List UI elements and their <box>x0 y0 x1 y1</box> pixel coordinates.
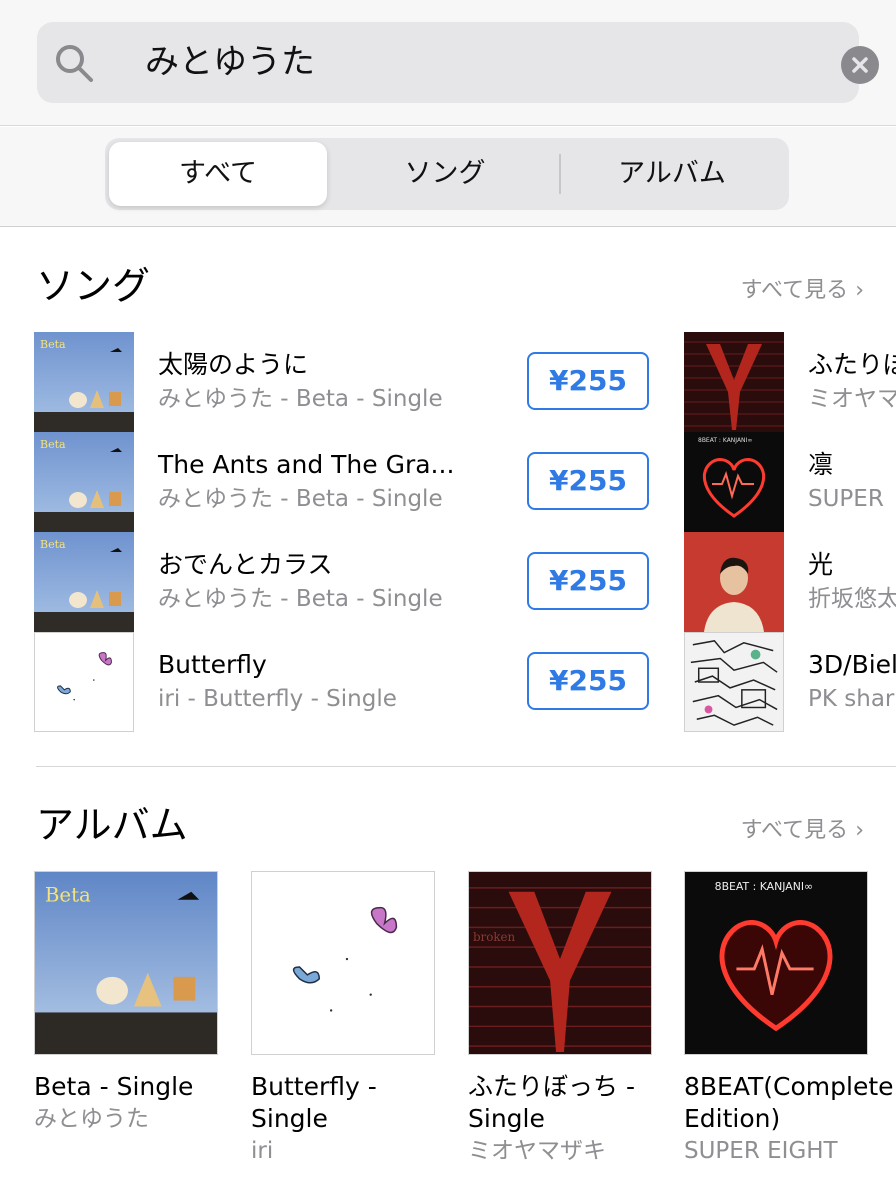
song-artwork <box>34 632 134 732</box>
song-row[interactable]: 8BEAT : KANJANI∞ 凛 SUPER <box>684 432 896 532</box>
search-field[interactable]: みとゆうた <box>37 22 879 103</box>
song-subtitle: みとゆうた - Beta - Single <box>158 386 443 412</box>
song-row[interactable]: Beta おでんとカラス みとゆうた - Beta - Single ¥255 <box>34 532 674 632</box>
search-bar-area: みとゆうた <box>0 0 896 126</box>
album-cover <box>251 871 435 1055</box>
song-artwork: Beta <box>34 332 134 432</box>
songs-see-all-link[interactable]: すべて見る › <box>741 276 864 306</box>
clear-search-button[interactable] <box>841 46 879 84</box>
album-card[interactable]: 8BEAT : KANJANI∞ 8BEAT(Complete Edition)… <box>684 871 894 1167</box>
chevron-right-icon: › <box>855 818 864 843</box>
song-artwork <box>684 332 784 432</box>
song-title: ふたりぼ <box>808 350 896 379</box>
svg-text:8BEAT : KANJANI∞: 8BEAT : KANJANI∞ <box>715 880 813 893</box>
song-subtitle: iri - Butterfly - Single <box>158 686 397 712</box>
album-name: 8BEAT(Complete Edition) <box>684 1072 894 1133</box>
song-row[interactable]: 3D/Biel PK shar <box>684 632 896 732</box>
broken-artwork <box>684 332 784 432</box>
song-row[interactable]: Beta 太陽のように みとゆうた - Beta - Single ¥255 <box>34 332 674 432</box>
svg-text:Beta: Beta <box>40 538 66 551</box>
album-name: Beta - Single <box>34 1072 194 1101</box>
album-cover: 8BEAT : KANJANI∞ <box>684 871 868 1055</box>
song-artwork: Beta <box>34 532 134 632</box>
song-row[interactable]: ふたりぼ ミオヤマ <box>684 332 896 432</box>
albums-see-all-link[interactable]: すべて見る › <box>741 816 864 846</box>
song-title: 3D/Biel <box>808 650 896 679</box>
see-all-label: すべて見る <box>740 818 849 843</box>
svg-text:Beta: Beta <box>40 438 66 451</box>
albums-section-title: アルバム <box>36 803 188 847</box>
portrait-artwork <box>684 532 784 632</box>
album-name: ふたりぼっち - Single <box>468 1072 635 1133</box>
song-subtitle: みとゆうた - Beta - Single <box>158 486 443 512</box>
svg-text:8BEAT : KANJANI∞: 8BEAT : KANJANI∞ <box>698 437 752 444</box>
song-row[interactable]: Butterfly iri - Butterfly - Single ¥255 <box>34 632 674 732</box>
song-title: 光 <box>808 550 834 579</box>
album-artist: みとゆうた <box>34 1106 149 1132</box>
buy-price-button[interactable]: ¥255 <box>527 552 649 610</box>
song-artwork <box>684 532 784 632</box>
song-artwork: 8BEAT : KANJANI∞ <box>684 432 784 532</box>
song-subtitle: PK shar <box>808 686 895 712</box>
butterfly-artwork <box>35 633 133 731</box>
album-name: Butterfly - Single <box>251 1072 377 1133</box>
segment-divider <box>559 154 561 194</box>
tab-all[interactable]: すべて <box>109 142 327 206</box>
butterfly-artwork <box>252 872 434 1054</box>
song-row[interactable]: 光 折坂悠太 <box>684 532 896 632</box>
tab-albums[interactable]: アルバム <box>563 142 781 206</box>
song-subtitle: SUPER <box>808 486 884 512</box>
section-divider <box>36 766 896 767</box>
song-title: Butterfly <box>158 650 267 679</box>
beta-artwork: Beta <box>34 532 134 632</box>
segmented-control: すべて ソング アルバム <box>105 138 789 210</box>
album-card[interactable]: Butterfly - Single iri <box>251 871 435 1167</box>
song-artwork <box>684 632 784 732</box>
buy-price-button[interactable]: ¥255 <box>527 452 649 510</box>
song-title: 凛 <box>808 450 834 479</box>
beta-artwork: Beta <box>34 432 134 532</box>
song-title: The Ants and The Gra... <box>158 450 455 479</box>
album-card[interactable]: Beta Beta - Single みとゆうた <box>34 871 218 1135</box>
segment-bar: すべて ソング アルバム <box>0 127 896 227</box>
heart-artwork: 8BEAT : KANJANI∞ <box>685 872 867 1054</box>
album-cover: broken <box>468 871 652 1055</box>
svg-text:Beta: Beta <box>40 338 66 351</box>
buy-price-button[interactable]: ¥255 <box>527 352 649 410</box>
songs-section-title: ソング <box>36 264 151 308</box>
svg-text:Beta: Beta <box>45 884 91 907</box>
search-icon <box>56 45 93 82</box>
song-title: おでんとカラス <box>158 550 333 579</box>
see-all-label: すべて見る <box>740 278 849 303</box>
beta-artwork: Beta <box>35 872 217 1054</box>
song-subtitle: 折坂悠太 <box>808 586 896 612</box>
tab-songs[interactable]: ソング <box>336 142 554 206</box>
search-input[interactable]: みとゆうた <box>145 40 315 84</box>
album-cover: Beta <box>34 871 218 1055</box>
collage-artwork <box>685 633 783 731</box>
song-subtitle: ミオヤマ <box>808 386 896 412</box>
song-title: 太陽のように <box>158 350 309 379</box>
album-artist: SUPER EIGHT <box>684 1138 838 1164</box>
broken-artwork: broken <box>469 872 651 1054</box>
heart-artwork: 8BEAT : KANJANI∞ <box>684 432 784 532</box>
song-row[interactable]: Beta The Ants and The Gra... みとゆうた - Bet… <box>34 432 674 532</box>
chevron-right-icon: › <box>855 278 864 303</box>
svg-text:broken: broken <box>473 930 516 944</box>
album-card[interactable]: broken ふたりぼっち - Single ミオヤマザキ <box>468 871 652 1167</box>
buy-price-button[interactable]: ¥255 <box>527 652 649 710</box>
album-artist: ミオヤマザキ <box>468 1138 606 1164</box>
beta-artwork: Beta <box>34 332 134 432</box>
close-icon <box>852 57 868 73</box>
album-artist: iri <box>251 1138 274 1164</box>
song-subtitle: みとゆうた - Beta - Single <box>158 586 443 612</box>
song-artwork: Beta <box>34 432 134 532</box>
